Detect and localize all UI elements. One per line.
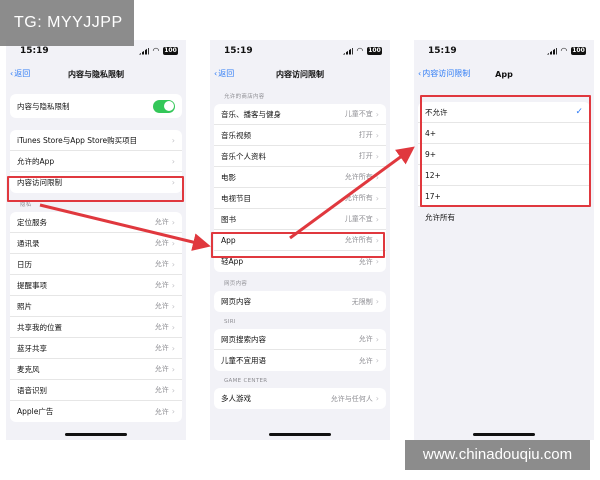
arrow-to-rating-options: [289, 146, 415, 240]
watermark-top: TG: MYYJJPP: [0, 0, 134, 46]
arrow-to-app-row: [39, 203, 211, 251]
arrows-layer: [39, 146, 415, 251]
watermark-bottom: www.chinadouqiu.com: [405, 440, 590, 470]
